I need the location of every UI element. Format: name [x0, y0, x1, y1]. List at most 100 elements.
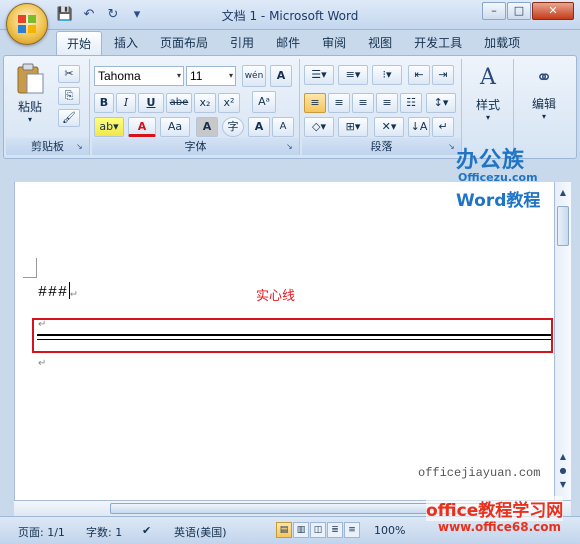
font-name-value: Tahoma [98, 69, 141, 83]
maximize-button[interactable]: □ [507, 2, 531, 20]
clear-formatting-icon[interactable]: Aᵃ [252, 91, 276, 113]
line-spacing-icon[interactable]: ↕▾ [426, 93, 456, 113]
underline-button[interactable]: U [138, 93, 164, 113]
multilevel-list-icon[interactable]: ⁝▾ [372, 65, 402, 85]
format-painter-icon[interactable]: 🖌 [58, 109, 80, 127]
clipboard-group: 粘贴 ▾ ✂ ⎘ 🖌 剪贴板 ↘ [6, 59, 90, 155]
paste-dropdown-icon: ▾ [27, 115, 32, 124]
enclose-characters-button[interactable]: 字 [222, 117, 244, 137]
justify-icon[interactable]: ≡ [376, 93, 398, 113]
minimize-button[interactable]: – [482, 2, 506, 20]
highlight-color-icon[interactable]: ab▾ [94, 117, 124, 137]
draft-icon[interactable]: ≡ [344, 522, 360, 538]
shading-icon[interactable]: ◇▾ [304, 117, 334, 137]
char-shading-button[interactable]: A [196, 117, 218, 137]
next-page-icon[interactable]: ▼ [557, 478, 569, 492]
outline-icon[interactable]: ≣ [327, 522, 343, 538]
prev-page-icon[interactable]: ▲ [557, 450, 569, 464]
document-text-line[interactable]: ### ↵ [38, 282, 78, 301]
borders-icon[interactable]: ⊞▾ [338, 117, 368, 137]
brand-watermark-word: Word教程 [456, 191, 541, 211]
font-color-button[interactable]: A [128, 117, 156, 137]
solid-border-line-thin [37, 339, 551, 340]
change-case-button[interactable]: Aa [160, 117, 190, 137]
word-count[interactable]: 字数: 1 [86, 524, 122, 540]
binoculars-icon: ⚭ [535, 65, 553, 89]
solid-border-line-thick [37, 334, 551, 336]
zoom-level[interactable]: 100% [374, 524, 405, 537]
decrease-indent-icon[interactable]: ⇤ [408, 65, 430, 85]
strikethrough-button[interactable]: abe [166, 93, 192, 113]
ribbon-tabs: 开始 插入 页面布局 引用 邮件 审阅 视图 开发工具 加载项 [56, 31, 530, 55]
numbering-icon[interactable]: ≡▾ [338, 65, 368, 85]
web-layout-icon[interactable]: ◫ [310, 522, 326, 538]
subscript-button[interactable]: x₂ [194, 93, 216, 113]
browse-object-icon[interactable]: ● [557, 464, 569, 478]
align-left-icon[interactable]: ≡ [304, 93, 326, 113]
tab-mailings[interactable]: 邮件 [266, 31, 310, 55]
styles-button[interactable]: A 样式 ▾ [468, 65, 508, 135]
tab-page-layout[interactable]: 页面布局 [150, 31, 218, 55]
align-center-icon[interactable]: ≡ [328, 93, 350, 113]
styles-label: 样式 [475, 98, 500, 112]
full-screen-reading-icon[interactable]: ▥ [293, 522, 309, 538]
vertical-scrollbar[interactable]: ▲ ▲ ● ▼ [554, 182, 571, 500]
paragraph-group: ☰▾ ≡▾ ⁝▾ ⇤ ⇥ ≡ ≡ ≡ ≡ ☷ ↕▾ ◇▾ ⊞▾ ✕▾ ↓A ↵ … [302, 59, 462, 155]
clipboard-launcher-icon[interactable]: ↘ [76, 142, 86, 152]
bold-button[interactable]: B [94, 93, 114, 113]
typed-text: ### [38, 284, 69, 301]
paste-button[interactable]: 粘贴 ▾ [10, 63, 50, 133]
bullets-icon[interactable]: ☰▾ [304, 65, 334, 85]
sort-icon[interactable]: ↓A [408, 117, 430, 137]
chinese-layout-icon[interactable]: ✕▾ [374, 117, 404, 137]
font-group-label: 字体 [92, 138, 299, 155]
paragraph-mark: ↵ [70, 288, 78, 300]
tab-references[interactable]: 引用 [220, 31, 264, 55]
tab-insert[interactable]: 插入 [104, 31, 148, 55]
paragraph-group-label: 段落 [302, 138, 461, 155]
editing-button[interactable]: ⚭ 编辑 ▾ [522, 65, 566, 135]
print-layout-icon[interactable]: ▤ [276, 522, 292, 538]
char-border-button[interactable]: A [270, 65, 292, 87]
scroll-up-icon[interactable]: ▲ [557, 186, 569, 200]
paste-icon [17, 63, 44, 94]
tab-developer[interactable]: 开发工具 [404, 31, 472, 55]
styles-icon: A [480, 65, 496, 90]
chevron-down-icon: ▾ [485, 113, 490, 122]
cut-icon[interactable]: ✂ [58, 65, 80, 83]
brand-watermark: 办公族 [456, 148, 526, 173]
shrink-font-button[interactable]: A [272, 117, 294, 137]
window-controls: – □ ✕ [482, 2, 574, 20]
tab-view[interactable]: 视图 [358, 31, 402, 55]
tab-add-ins[interactable]: 加载项 [474, 31, 530, 55]
align-right-icon[interactable]: ≡ [352, 93, 374, 113]
font-group: Tahoma ▾ 11 ▾ wén A B I U abe x₂ x² Aᵃ ab▾… [92, 59, 300, 155]
page-count[interactable]: 页面: 1/1 [18, 524, 65, 540]
font-launcher-icon[interactable]: ↘ [286, 142, 296, 152]
italic-button[interactable]: I [116, 93, 136, 113]
paste-label: 粘贴 [17, 100, 42, 114]
font-size-combo[interactable]: 11 ▾ [186, 66, 236, 86]
font-name-combo[interactable]: Tahoma ▾ [94, 66, 184, 86]
editing-label: 编辑 [531, 97, 556, 111]
office-button[interactable] [6, 3, 48, 45]
language-indicator[interactable]: 英语(美国) [174, 524, 227, 540]
phonetic-guide-button[interactable]: wén [242, 65, 266, 87]
bottom-watermark-url: www.office68.com [438, 520, 562, 534]
solid-line-annotation: 实心线 [256, 289, 296, 304]
title-bar: 💾 ↶ ↻ ▾ 文档 1 - Microsoft Word – □ ✕ [0, 0, 580, 30]
chevron-down-icon: ▾ [228, 71, 233, 80]
close-button[interactable]: ✕ [532, 2, 574, 20]
show-hide-marks-icon[interactable]: ↵ [432, 117, 454, 137]
increase-indent-icon[interactable]: ⇥ [432, 65, 454, 85]
bottom-watermark: office教程学习网 [426, 496, 564, 521]
grow-font-button[interactable]: A [248, 117, 270, 137]
proofing-icon[interactable]: ✔ [142, 524, 151, 537]
tab-home[interactable]: 开始 [56, 31, 103, 55]
distributed-icon[interactable]: ☷ [400, 93, 422, 113]
vertical-scroll-thumb[interactable] [557, 206, 569, 246]
copy-icon[interactable]: ⎘ [58, 87, 80, 105]
view-buttons: ▤ ▥ ◫ ≣ ≡ [276, 522, 360, 538]
tab-review[interactable]: 审阅 [312, 31, 356, 55]
superscript-button[interactable]: x² [218, 93, 240, 113]
